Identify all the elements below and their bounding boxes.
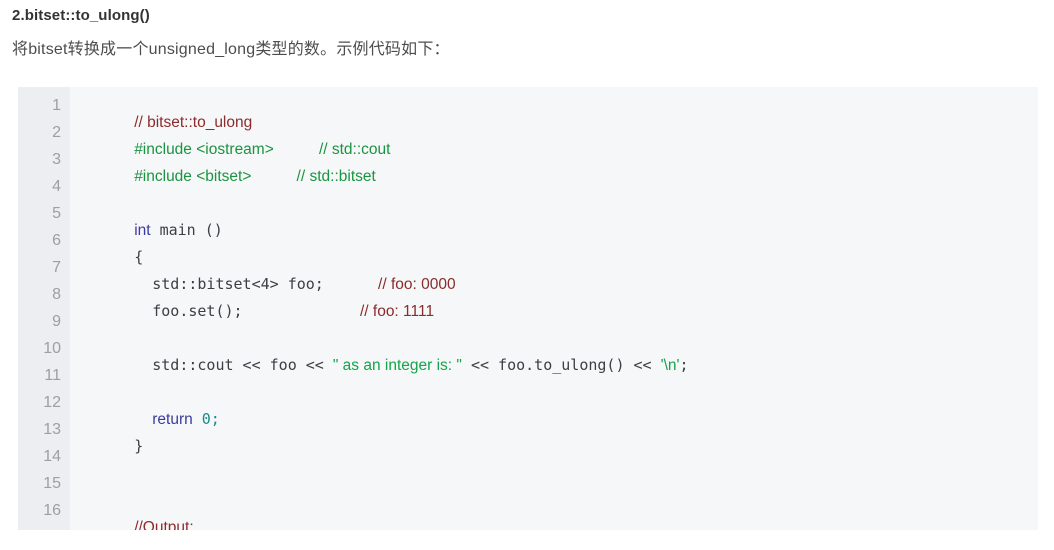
code-line-16: //Output: (80, 503, 194, 531)
code-content[interactable]: // bitset::to_ulong #include <iostream> … (70, 87, 1038, 531)
line-number: 9 (52, 313, 61, 330)
code-line-13: } (80, 422, 143, 470)
code-block[interactable]: 1 2 3 4 5 6 7 8 9 10 11 12 13 14 15 16 1… (18, 87, 1038, 530)
section-description: 将bitset转换成一个unsigned_long类型的数。示例代码如下： (12, 41, 450, 58)
line-number: 6 (52, 232, 61, 249)
code-line-8: foo.set(); // foo: 1111 (80, 287, 434, 336)
page-title: 2.bitset::to_ulong() (12, 7, 150, 24)
brace-token: } (134, 437, 144, 455)
line-number: 12 (43, 394, 61, 411)
line-number: 14 (43, 448, 61, 465)
code-token: foo.set(); (134, 302, 243, 320)
comment-token: // foo: 1111 (359, 303, 435, 320)
number-token: 0; (192, 410, 220, 428)
code-token: ; (679, 356, 689, 374)
code-token: std::cout << foo << (134, 356, 333, 374)
article-body: 2.bitset::to_ulong() 将bitset转换成一个unsigne… (0, 0, 1054, 59)
code-token: main () (150, 221, 223, 239)
char-literal-token: '\n' (660, 357, 680, 374)
comment-token: // std::bitset (296, 168, 376, 185)
line-number: 16 (43, 502, 61, 519)
keyword-token: return (152, 411, 193, 428)
line-number: 7 (52, 259, 61, 276)
line-number: 11 (44, 367, 61, 384)
line-number: 4 (52, 178, 61, 195)
code-line-10: std::cout << foo << " as an integer is: … (80, 341, 689, 390)
line-number: 1 (52, 97, 61, 114)
line-number: 3 (52, 151, 61, 168)
code-line-3: #include <bitset> // std::bitset (80, 152, 376, 201)
comment-token: //Output: (134, 519, 194, 531)
line-number: 5 (52, 205, 61, 222)
line-number: 15 (43, 475, 61, 492)
string-literal-token: " as an integer is: " (332, 357, 462, 374)
line-number-gutter: 1 2 3 4 5 6 7 8 9 10 11 12 13 14 15 16 1… (18, 87, 70, 530)
line-number: 2 (52, 124, 61, 141)
line-number: 13 (43, 421, 61, 438)
preprocessor-token: #include <bitset> (134, 168, 252, 185)
code-token: << foo.to_ulong() << (461, 356, 661, 374)
line-number: 8 (52, 286, 61, 303)
line-number: 10 (43, 340, 61, 357)
